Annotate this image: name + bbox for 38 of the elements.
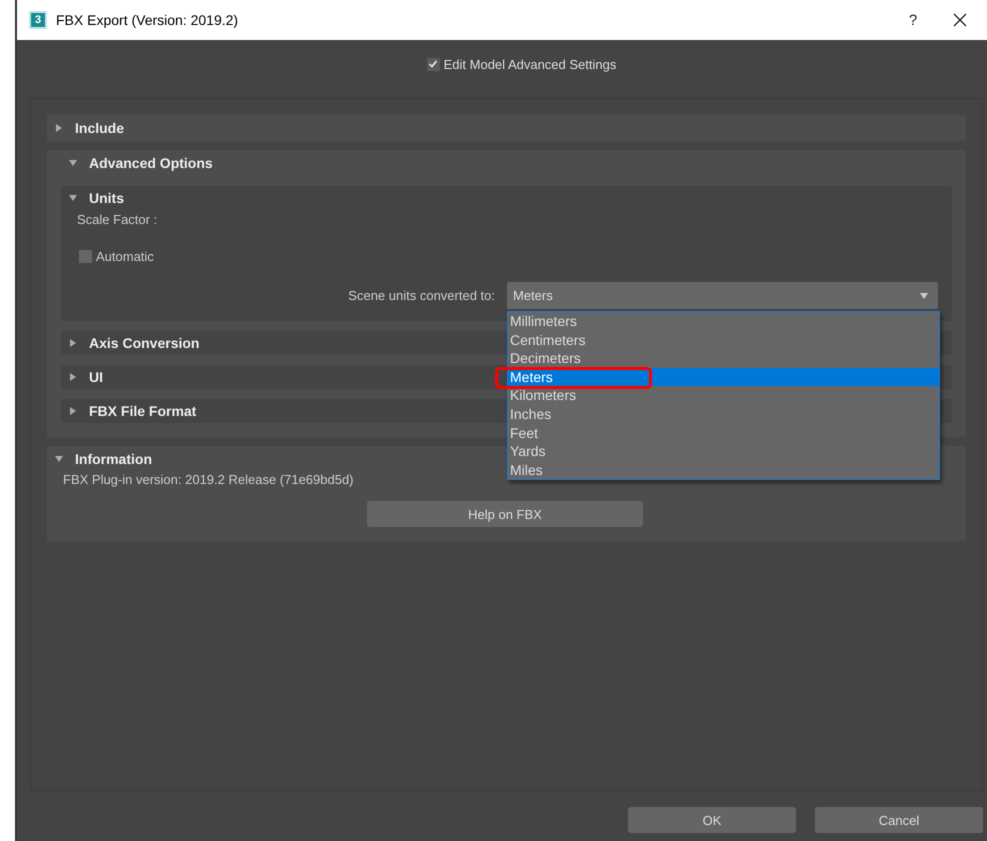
checkbox-label: Automatic [96, 249, 154, 264]
subsection-title: UI [89, 369, 103, 385]
collapse-arrow-icon[interactable] [69, 159, 77, 167]
collapse-arrow-icon[interactable] [55, 455, 63, 463]
help-button[interactable]: ? [888, 0, 938, 40]
expand-arrow-icon[interactable] [69, 339, 77, 347]
help-fbx-button[interactable]: Help on FBX [367, 501, 643, 527]
caret-icon [920, 292, 928, 298]
dialog-button[interactable]: Cancel [815, 807, 983, 833]
section-title: Include [75, 120, 124, 136]
dropdown-option[interactable]: Millimeters [508, 312, 939, 331]
expand-arrow-icon[interactable] [55, 124, 63, 132]
section-title: Information [75, 451, 152, 467]
dropdown-option[interactable]: Yards [508, 442, 939, 461]
close-icon [953, 13, 967, 27]
dialog-button[interactable]: OK [628, 807, 796, 833]
dropdown-option[interactable]: Centimeters [508, 330, 939, 350]
collapse-arrow-icon[interactable] [69, 194, 77, 202]
section-title: Advanced Options [89, 155, 213, 171]
dropdown-option[interactable]: Meters [508, 368, 939, 386]
section-header[interactable]: Include [47, 115, 966, 141]
version-text: FBX Plug-in version: 2019.2 Release (71e69bd5d) [62, 472, 355, 487]
dropdown-option[interactable]: Inches [508, 404, 939, 424]
units-dropdown[interactable]: Meters [507, 282, 938, 309]
expand-arrow-icon[interactable] [69, 373, 77, 381]
checkbox[interactable] [79, 250, 92, 263]
subsection-title: Units [89, 190, 124, 206]
app-icon: 3 [29, 11, 47, 29]
checkbox-label: Edit Model Advanced Settings [444, 56, 616, 72]
expand-arrow-icon[interactable] [69, 407, 77, 415]
checkbox[interactable] [426, 58, 440, 70]
subsection-title: FBX File Format [89, 403, 196, 419]
dropdown-option[interactable]: Feet [508, 424, 939, 442]
dropdown-option[interactable]: Miles [508, 460, 939, 480]
window-title: FBX Export (Version: 2019.2) [56, 12, 238, 28]
scale-factor-label: Scale Factor : [76, 212, 158, 227]
field-label: Scene units converted to: [348, 288, 495, 303]
subsection-title: Axis Conversion [89, 335, 200, 351]
